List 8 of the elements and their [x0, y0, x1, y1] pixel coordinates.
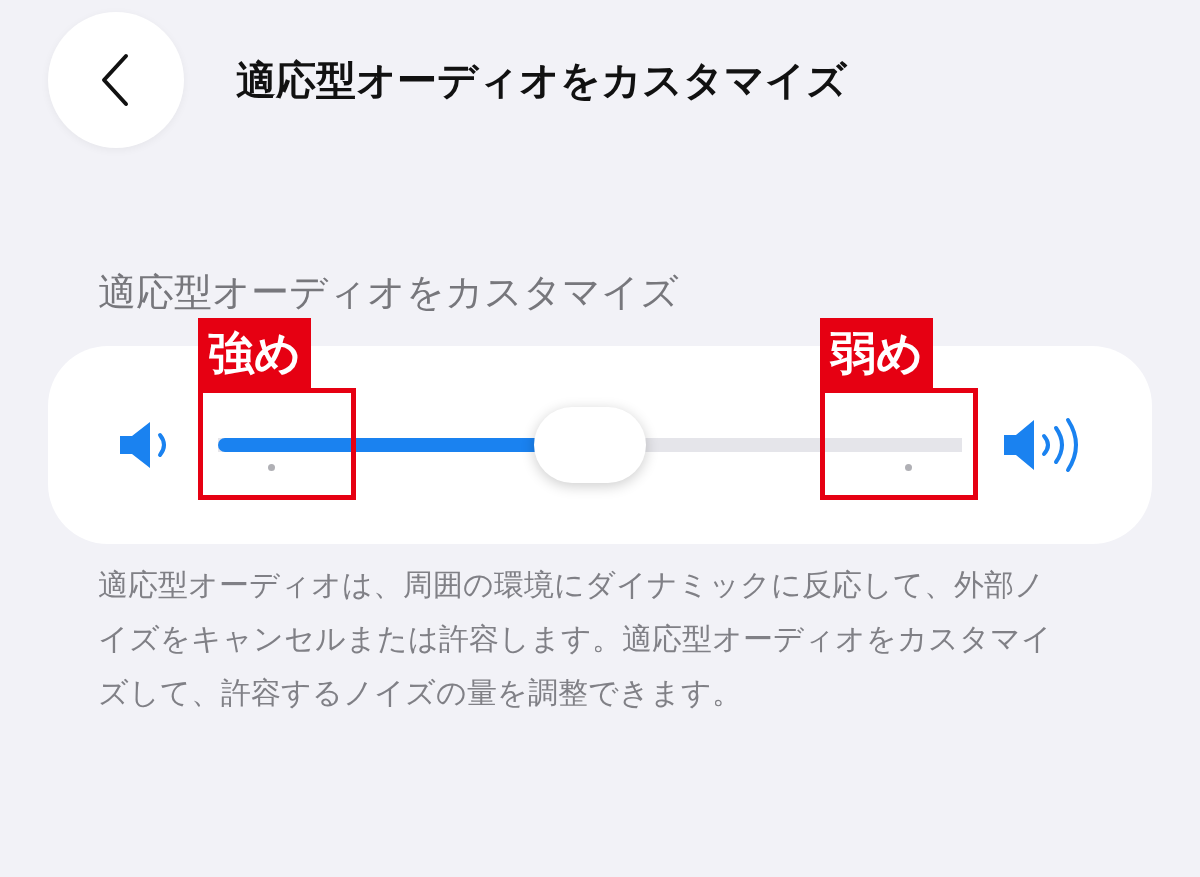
page-title: 適応型オーディオをカスタマイズ	[236, 56, 847, 105]
annotation-label: 弱め	[820, 317, 933, 389]
section-header: 適応型オーディオをカスタマイズ	[98, 270, 680, 316]
description-text: 適応型オーディオは、周囲の環境にダイナミックに反応して、外部ノイズをキャンセルまたは許容します。適応型オーディオをカスタマイズして、許容するノイズの量を調整できます。	[98, 565, 1053, 712]
tick-mark	[905, 463, 912, 471]
slider-thumb[interactable]	[534, 406, 646, 483]
annotation-label: 強め	[198, 317, 311, 389]
tick-mark	[268, 463, 275, 471]
